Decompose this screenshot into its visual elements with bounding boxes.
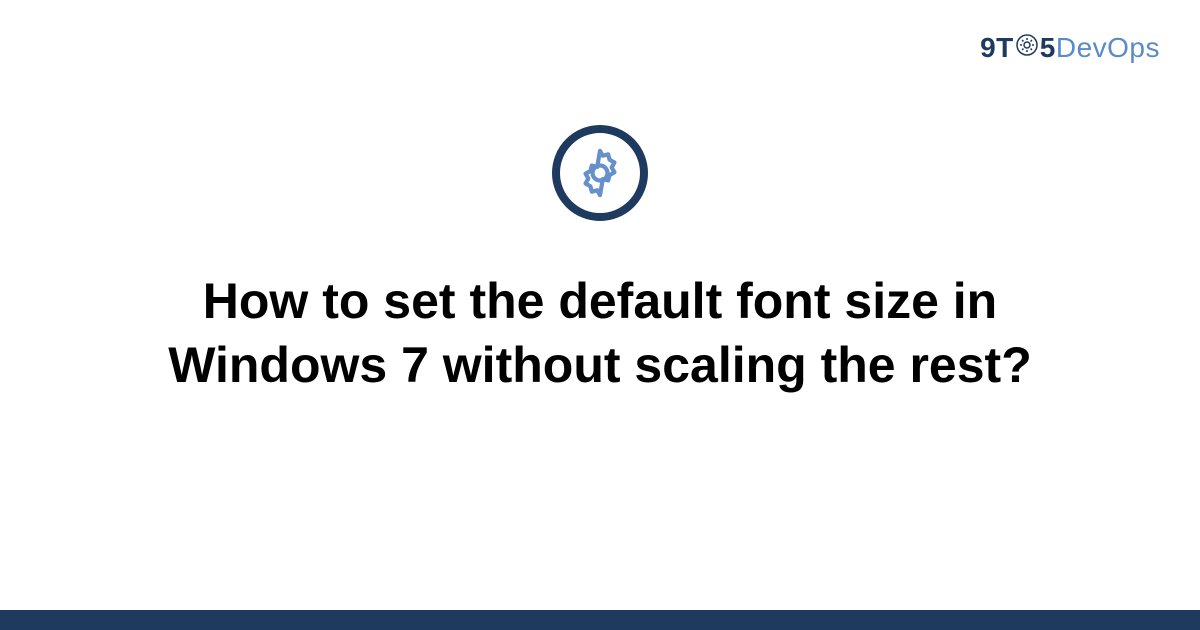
logo-text-5: 5 — [1040, 32, 1056, 63]
main-content: How to set the default font size in Wind… — [0, 125, 1200, 397]
footer-bar — [0, 610, 1200, 630]
site-logo: 9T 5DevOps — [980, 32, 1160, 66]
gear-circle-icon — [552, 125, 648, 221]
logo-gear-icon — [1015, 32, 1039, 64]
page-title: How to set the default font size in Wind… — [80, 269, 1120, 397]
logo-text-9t: 9T — [980, 32, 1014, 63]
logo-text-devops: DevOps — [1056, 32, 1160, 63]
